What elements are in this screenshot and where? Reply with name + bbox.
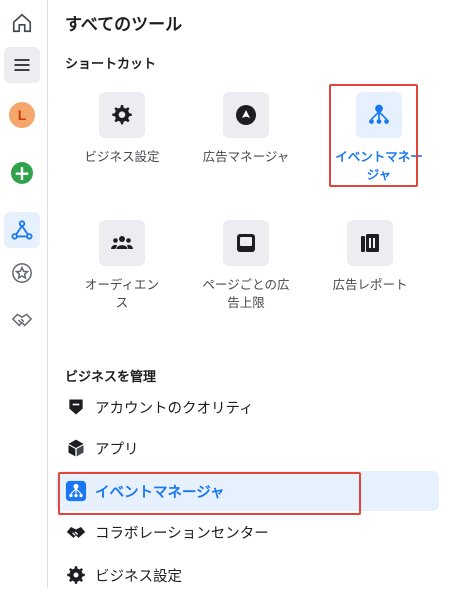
manage-item-apps[interactable]: アプリ <box>56 428 439 468</box>
shortcut-ads-reporting[interactable]: 広告レポート <box>315 220 425 294</box>
shield-icon <box>69 399 83 415</box>
partners-button[interactable] <box>4 301 40 337</box>
row-icon-wrap <box>65 396 87 418</box>
shortcut-label: ビジネス設定 <box>84 149 160 164</box>
events-manager-icon <box>65 480 87 502</box>
menu-button[interactable] <box>4 47 40 83</box>
row-label: アプリ <box>95 441 139 458</box>
page-limit-icon <box>237 234 255 252</box>
collab-icon <box>66 527 86 538</box>
manage-item-collaboration-center[interactable]: コラボレーションセンター <box>56 512 439 552</box>
row-label: コラボレーションセンター <box>95 525 269 542</box>
shortcut-ads-manager[interactable]: 広告マネージャ <box>191 92 301 166</box>
shortcut-business-settings[interactable]: ビジネス設定 <box>67 92 177 166</box>
row-icon-wrap <box>65 521 87 543</box>
page-title: すべてのツール <box>65 15 183 35</box>
home-button[interactable] <box>4 5 40 41</box>
star-icon <box>12 263 32 283</box>
shortcut-icon-box <box>223 220 269 266</box>
shortcut-label: 広告レポート <box>332 277 408 292</box>
all-tools-panel: すべてのツール ショートカット ビジネス設定 広告マネージャ イベントマネージャ… <box>48 0 449 588</box>
row-label: イベントマネージャ <box>95 484 225 501</box>
manage-item-business-settings[interactable]: ビジネス設定 <box>56 555 439 595</box>
shortcut-label: ページごとの広告上限 <box>202 277 290 310</box>
row-label: ビジネス設定 <box>95 568 182 585</box>
row-icon-wrap <box>65 480 87 502</box>
ads-manager-icon <box>236 105 256 125</box>
row-icon-wrap <box>65 564 87 586</box>
events-manager-icon <box>369 104 389 124</box>
shortcut-icon-box <box>99 92 145 138</box>
home-icon <box>12 13 32 33</box>
ads-report-icon <box>361 234 379 252</box>
events-manager-nav[interactable] <box>4 212 40 248</box>
avatar: L <box>9 102 35 128</box>
events-manager-icon <box>11 220 33 240</box>
shortcut-icon-box <box>347 220 393 266</box>
create-button[interactable]: + <box>4 155 40 191</box>
manage-item-account-quality[interactable]: アカウントのクオリティ <box>56 387 439 427</box>
handshake-icon <box>11 313 33 327</box>
shortcut-page-ad-limit[interactable]: ページごとの広告上限 <box>191 220 301 312</box>
gear-icon <box>67 566 85 584</box>
favorites-button[interactable] <box>4 255 40 291</box>
audience-icon <box>111 236 133 249</box>
row-icon-wrap <box>65 437 87 459</box>
manage-heading: ビジネスを管理 <box>65 370 157 385</box>
row-label: アカウントのクオリティ <box>95 400 254 417</box>
gear-icon <box>112 105 132 125</box>
shortcut-audience[interactable]: オーディエンス <box>67 220 177 312</box>
shortcut-icon-box <box>223 92 269 138</box>
menu-icon <box>14 59 30 71</box>
shortcut-label: イベントマネージャ <box>335 149 423 182</box>
create-icon: + <box>11 162 33 184</box>
account-button[interactable]: L <box>4 97 40 133</box>
shortcuts-heading: ショートカット <box>65 57 157 72</box>
left-rail: L + <box>0 0 48 588</box>
shortcut-icon-box <box>356 92 402 138</box>
cube-icon <box>68 439 84 457</box>
manage-item-events-manager[interactable]: イベントマネージャ <box>56 471 439 511</box>
shortcut-icon-box <box>99 220 145 266</box>
shortcut-label: オーディエンス <box>84 277 160 310</box>
shortcut-events-manager[interactable]: イベントマネージャ <box>324 92 434 184</box>
shortcut-label: 広告マネージャ <box>202 149 290 164</box>
